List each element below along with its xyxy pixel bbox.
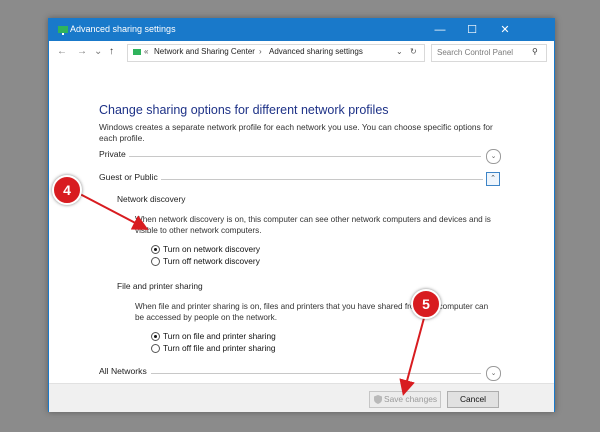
maximize-button[interactable]: ☐ [456, 19, 488, 41]
forward-button[interactable]: → [77, 46, 87, 57]
window-title: Advanced sharing settings [70, 24, 176, 34]
cancel-button[interactable]: Cancel [447, 391, 499, 408]
network-discovery-text: When network discovery is on, this compu… [135, 215, 491, 235]
breadcrumb-overflow[interactable]: « [144, 47, 148, 56]
radio-label: Turn on network discovery [163, 244, 260, 254]
page-title: Change sharing options for different net… [99, 103, 389, 117]
radio-label: Turn off network discovery [163, 256, 260, 266]
radio-button[interactable] [151, 344, 160, 353]
settings-content: Change sharing options for different net… [49, 63, 554, 383]
radio-label: Turn on file and printer sharing [163, 331, 276, 341]
radio-button-selected[interactable] [151, 332, 160, 341]
search-icon[interactable]: ⚲ [532, 47, 538, 56]
address-bar[interactable]: « Network and Sharing Center › Advanced … [127, 44, 425, 62]
section-all-label: All Networks [99, 366, 147, 376]
radio-button-selected[interactable] [151, 245, 160, 254]
section-guest-label: Guest or Public [99, 172, 158, 182]
page-description: Windows creates a separate network profi… [99, 122, 493, 143]
save-changes-label: Save changes [384, 394, 438, 404]
breadcrumb-network-center[interactable]: Network and Sharing Center [154, 47, 255, 56]
file-sharing-text: When file and printer sharing is on, fil… [135, 302, 489, 322]
back-button[interactable]: ← [57, 46, 67, 57]
chevron-up-icon[interactable]: ⌃ [486, 172, 500, 186]
step-5-callout: 5 [411, 289, 441, 319]
network-sharing-icon [58, 26, 68, 35]
breadcrumb-advanced-sharing[interactable]: Advanced sharing settings [269, 47, 363, 56]
chevron-down-icon[interactable]: ⌄ [486, 149, 501, 164]
radio-button[interactable] [151, 257, 160, 266]
close-button[interactable]: ✕ [489, 19, 521, 41]
control-panel-icon [133, 49, 141, 55]
address-row: ← → ⌄ ↑ « Network and Sharing Center › A… [49, 41, 554, 63]
section-divider [161, 179, 483, 180]
radio-label: Turn off file and printer sharing [163, 343, 276, 353]
section-all-networks[interactable]: All Networks ⌄ [99, 366, 501, 381]
title-bar: Advanced sharing settings — ☐ ✕ [49, 19, 554, 41]
section-divider [151, 373, 481, 374]
search-input[interactable]: Search Control Panel ⚲ [431, 44, 547, 62]
shield-icon [374, 395, 382, 404]
breadcrumb-separator: › [259, 47, 262, 56]
section-divider [129, 156, 481, 157]
up-button[interactable]: ↑ [109, 46, 114, 57]
section-private-label: Private [99, 149, 126, 159]
section-guest-public[interactable]: Guest or Public ⌃ [99, 172, 500, 186]
advanced-sharing-window: Advanced sharing settings — ☐ ✕ ← → ⌄ ↑ … [48, 18, 555, 412]
recent-locations-button[interactable]: ⌄ [94, 46, 102, 57]
chevron-down-icon[interactable]: ⌄ [486, 366, 501, 381]
network-discovery-title: Network discovery [117, 194, 186, 204]
section-private[interactable]: Private ⌄ [99, 149, 501, 164]
address-dropdown-icon[interactable]: ⌄ [396, 47, 403, 56]
step-4-callout: 4 [52, 175, 82, 205]
refresh-icon[interactable]: ↻ [410, 47, 417, 56]
minimize-button[interactable]: — [424, 19, 456, 41]
footer-bar: Save changes Cancel [49, 383, 554, 412]
search-placeholder: Search Control Panel [437, 48, 514, 57]
save-changes-button[interactable]: Save changes [369, 391, 441, 408]
file-sharing-title: File and printer sharing [117, 281, 203, 291]
